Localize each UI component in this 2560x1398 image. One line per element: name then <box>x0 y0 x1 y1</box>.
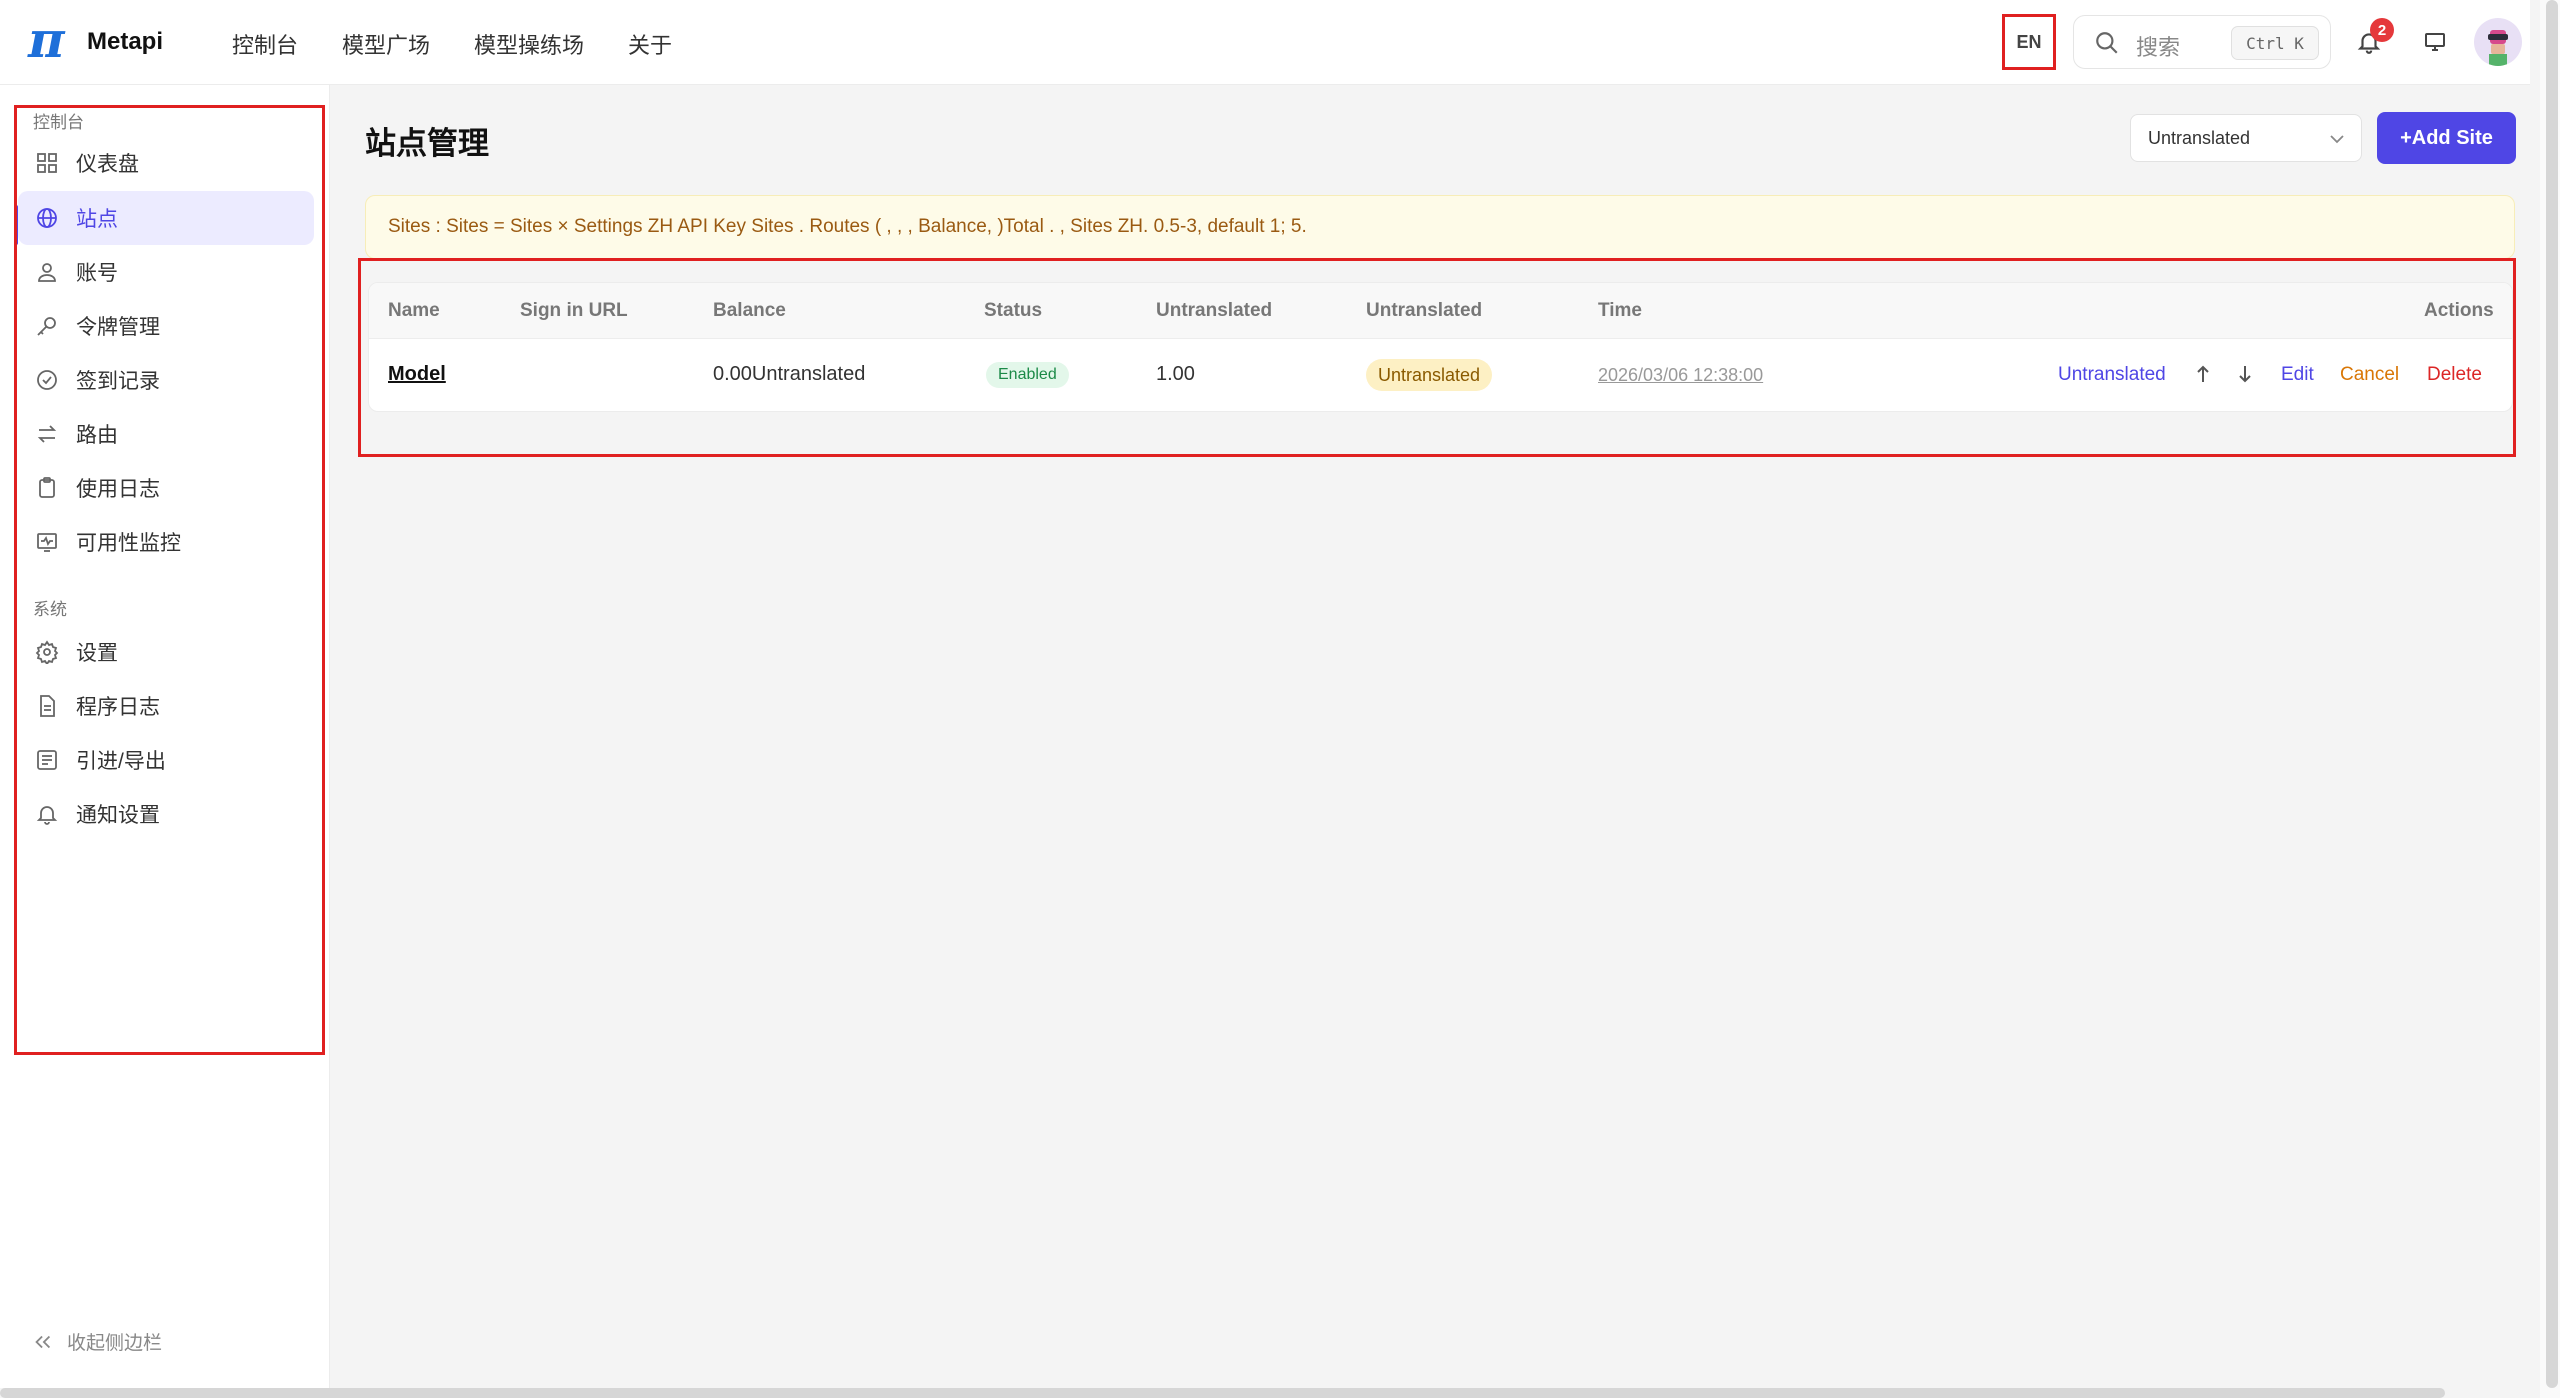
collapse-label: 收起侧边栏 <box>67 1333 163 1354</box>
bell-icon <box>36 806 58 825</box>
sidebar-item-accounts[interactable]: 账号 <box>18 245 314 299</box>
swap-icon <box>37 425 57 443</box>
avatar-image <box>2488 30 2508 66</box>
check-circle-icon <box>37 370 57 390</box>
delete-button[interactable]: Delete <box>2427 364 2482 386</box>
action-untranslated-link[interactable]: Untranslated <box>2058 364 2166 386</box>
site-name-link[interactable]: Model <box>388 363 446 386</box>
filter-select[interactable]: Untranslated <box>2130 114 2362 162</box>
clipboard-icon <box>39 477 55 498</box>
dashboard-icon <box>37 153 57 173</box>
file-icon <box>40 695 55 717</box>
list-icon <box>37 750 57 770</box>
horizontal-scrollbar[interactable] <box>0 1388 2445 1398</box>
sidebar-item-program-logs[interactable]: 程序日志 <box>18 679 314 733</box>
user-icon <box>38 263 56 282</box>
sidebar-item-import-export[interactable]: 引进/导出 <box>18 733 314 787</box>
sidebar-item-label: 令牌管理 <box>76 316 160 339</box>
col-url[interactable]: Sign in URL <box>520 300 628 322</box>
sidebar-section-system: 系统 <box>33 600 67 619</box>
sidebar-item-routes[interactable]: 路由 <box>18 407 314 461</box>
sidebar-item-label: 路由 <box>76 424 118 447</box>
top-bar: π Metapi 控制台 模型广场 模型操练场 关于 EN 搜索 Ctrl K … <box>0 0 2530 85</box>
site-balance: 0.00Untranslated <box>713 363 866 385</box>
sidebar-item-label: 程序日志 <box>76 696 160 719</box>
notification-badge: 2 <box>2370 18 2394 42</box>
monitor-pulse-icon <box>37 533 57 552</box>
table-header: Name Sign in URL Balance Status Untransl… <box>369 283 2512 339</box>
chevrons-left-icon <box>35 1335 51 1348</box>
site-time[interactable]: 2026/03/06 12:38:00 <box>1598 365 1763 386</box>
info-notice: Sites : Sites = Sites × Settings ZH API … <box>365 195 2515 259</box>
sidebar-item-checkin[interactable]: 签到记录 <box>18 353 314 407</box>
site-tag-badge: Untranslated <box>1366 359 1493 391</box>
sidebar-item-sites[interactable]: 站点 <box>18 191 314 245</box>
col-status[interactable]: Status <box>984 300 1042 322</box>
monitor-icon[interactable] <box>2422 30 2448 54</box>
sidebar: 控制台 仪表盘 站点 账号 令牌管理 签到记录 路由 使用日志 可用性监控 系统… <box>0 85 330 1388</box>
app-name[interactable]: Metapi <box>87 28 163 56</box>
page-title: 站点管理 <box>365 126 489 161</box>
collapse-sidebar-button[interactable]: 收起侧边栏 <box>32 1328 162 1355</box>
col-untranslated-2[interactable]: Untranslated <box>1366 300 1482 322</box>
add-site-button[interactable]: +Add Site <box>2377 112 2516 164</box>
search-placeholder: 搜索 <box>2136 35 2181 60</box>
gear-icon <box>35 640 59 664</box>
col-time[interactable]: Time <box>1598 300 1642 322</box>
col-untranslated-1[interactable]: Untranslated <box>1156 300 1272 322</box>
vertical-scrollbar[interactable] <box>2546 0 2558 1388</box>
status-badge: Enabled <box>986 362 1069 388</box>
filter-select-value: Untranslated <box>2148 127 2251 148</box>
sidebar-item-settings[interactable]: 设置 <box>18 625 314 679</box>
col-name[interactable]: Name <box>388 300 440 322</box>
nav-model-plaza[interactable]: 模型广场 <box>342 28 430 60</box>
language-toggle-button[interactable]: EN <box>2002 14 2056 70</box>
sidebar-item-label: 可用性监控 <box>76 532 181 555</box>
arrow-up-icon[interactable] <box>2193 363 2213 385</box>
cancel-button[interactable]: Cancel <box>2340 364 2399 386</box>
sidebar-item-label: 账号 <box>76 262 118 285</box>
site-multiplier: 1.00 <box>1156 363 1195 385</box>
sidebar-item-label: 引进/导出 <box>76 750 166 773</box>
sidebar-item-dashboard[interactable]: 仪表盘 <box>18 136 314 190</box>
key-icon <box>37 317 56 336</box>
edit-button[interactable]: Edit <box>2281 364 2314 386</box>
sidebar-item-tokens[interactable]: 令牌管理 <box>18 299 314 353</box>
sidebar-item-label: 站点 <box>76 208 118 231</box>
user-avatar[interactable] <box>2474 18 2522 66</box>
search-icon <box>2096 32 2118 54</box>
col-actions: Actions <box>2424 300 2494 321</box>
sidebar-item-label: 使用日志 <box>76 478 160 501</box>
sidebar-item-label: 签到记录 <box>76 370 160 393</box>
globe-icon <box>37 208 57 228</box>
col-balance[interactable]: Balance <box>713 300 786 322</box>
pi-logo-icon: π <box>28 10 65 69</box>
arrow-down-icon[interactable] <box>2235 363 2255 385</box>
sidebar-item-label: 通知设置 <box>76 804 160 827</box>
sites-table: Name Sign in URL Balance Status Untransl… <box>368 282 2513 412</box>
sidebar-item-label: 仪表盘 <box>76 153 139 176</box>
sidebar-item-usage-logs[interactable]: 使用日志 <box>18 461 314 515</box>
sidebar-item-availability[interactable]: 可用性监控 <box>18 515 314 569</box>
chevron-down-icon <box>2330 135 2344 144</box>
search-shortcut-hint: Ctrl K <box>2231 26 2319 60</box>
nav-console[interactable]: 控制台 <box>232 28 298 60</box>
sidebar-item-label: 设置 <box>76 642 118 665</box>
sidebar-section-console: 控制台 <box>33 113 84 132</box>
nav-about[interactable]: 关于 <box>628 28 672 60</box>
search-input[interactable]: 搜索 Ctrl K <box>2073 15 2331 69</box>
nav-model-playground[interactable]: 模型操练场 <box>474 28 584 60</box>
sidebar-item-notification-settings[interactable]: 通知设置 <box>18 787 314 841</box>
